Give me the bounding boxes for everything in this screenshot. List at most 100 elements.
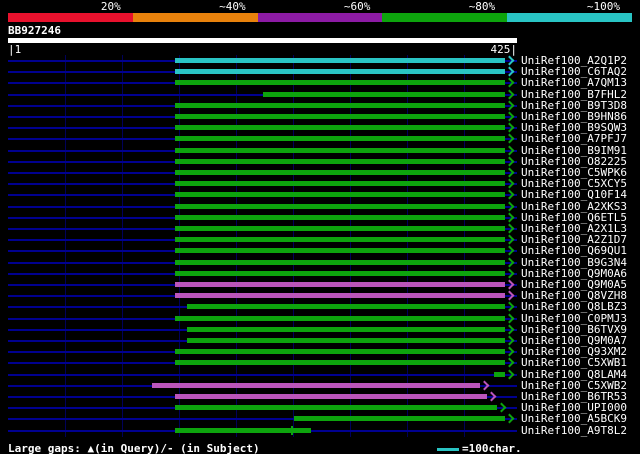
arrowhead-icon (504, 290, 515, 301)
hit-label[interactable]: UniRef100_Q8LBZ3 (521, 301, 627, 312)
key-segment-80 (382, 13, 508, 22)
alignment-bar[interactable] (174, 360, 505, 365)
arrowhead-icon (504, 100, 515, 111)
arrowhead-icon (504, 212, 515, 223)
arrowhead-icon (504, 111, 515, 122)
hit-label[interactable]: UniRef100_A7QM13 (521, 77, 627, 88)
key-label-60: ~60% (343, 0, 371, 13)
alignment-bar[interactable] (152, 383, 480, 388)
arrowhead-icon (504, 245, 515, 256)
identity-key-labels: 20% ~40% ~60% ~80% ~100% (8, 1, 632, 12)
alignment-bar[interactable] (186, 338, 505, 343)
key-label-20: 20% (100, 0, 121, 13)
hit-row: UniRef100_A9T8L2 (0, 425, 640, 436)
scale-line-icon (437, 447, 459, 451)
query-ruler-bar (8, 38, 517, 43)
alignment-bar[interactable] (174, 271, 505, 276)
alignment-bar[interactable] (174, 405, 497, 410)
gap-marker (291, 426, 294, 435)
arrowhead-icon (479, 380, 490, 391)
hit-row: UniRef100_A5BCK9 (0, 413, 640, 424)
alignment-bar[interactable] (174, 349, 505, 354)
alignment-bar[interactable] (262, 92, 505, 97)
key-segment-60 (257, 13, 383, 22)
alignment-bar[interactable] (174, 282, 505, 287)
hit-label[interactable]: UniRef100_A9T8L2 (521, 425, 627, 436)
hit-baseline (8, 374, 517, 376)
alignment-bar[interactable] (174, 192, 505, 197)
hit-row: UniRef100_Q10F14 (0, 189, 640, 200)
scale-legend: =100char. (437, 442, 522, 454)
arrowhead-icon (504, 178, 515, 189)
arrowhead-icon (504, 201, 515, 212)
alignment-bar[interactable] (174, 80, 505, 85)
alignment-bar[interactable] (174, 58, 505, 63)
alignment-bar[interactable] (174, 316, 505, 321)
hit-label[interactable]: UniRef100_Q69QU1 (521, 245, 627, 256)
hit-row: UniRef100_A7PFJ7 (0, 133, 640, 144)
alignment-bar[interactable] (186, 304, 505, 309)
alignment-bar[interactable] (494, 372, 505, 377)
arrowhead-icon (504, 346, 515, 357)
alignment-bar[interactable] (174, 293, 505, 298)
alignment-bar[interactable] (174, 394, 487, 399)
alignment-bar[interactable] (174, 428, 311, 433)
arrowhead-icon (504, 369, 515, 380)
arrowhead-icon (486, 391, 497, 402)
key-segment-100 (507, 13, 632, 22)
hit-row: UniRef100_Q69QU1 (0, 245, 640, 256)
alignment-bar[interactable] (174, 248, 505, 253)
arrowhead-icon (504, 156, 515, 167)
alignment-bar[interactable] (293, 416, 505, 421)
alignment-bar[interactable] (186, 327, 505, 332)
hit-label[interactable]: UniRef100_Q10F14 (521, 189, 627, 200)
alignment-bar[interactable] (174, 136, 505, 141)
key-label-80: ~80% (468, 0, 496, 13)
alignment-bar[interactable] (174, 103, 505, 108)
hit-label[interactable]: UniRef100_A5BCK9 (521, 413, 627, 424)
key-segment-40 (132, 13, 258, 22)
arrowhead-icon (504, 77, 515, 88)
alignment-bar[interactable] (174, 148, 505, 153)
hit-row: UniRef100_C5XWB1 (0, 357, 640, 368)
hit-label[interactable]: UniRef100_A7PFJ7 (521, 133, 627, 144)
hits-plot: UniRef100_A2Q1P2 UniRef100_C6TAQ2 UniRef10… (0, 55, 640, 437)
arrowhead-icon (504, 324, 515, 335)
arrowhead-icon (504, 234, 515, 245)
arrowhead-icon (504, 89, 515, 100)
scale-label: =100char. (462, 442, 522, 454)
hit-row: UniRef100_Q8LBZ3 (0, 301, 640, 312)
arrowhead-icon (504, 313, 515, 324)
arrowhead-icon (504, 167, 515, 178)
alignment-bar[interactable] (174, 204, 505, 209)
alignment-bar[interactable] (174, 114, 505, 119)
arrowhead-icon (504, 279, 515, 290)
alignment-bar[interactable] (174, 215, 505, 220)
arrowhead-icon (504, 66, 515, 77)
arrowhead-icon (504, 413, 515, 424)
key-label-40: ~40% (219, 0, 246, 13)
ruler-end-label: 425| (490, 43, 518, 56)
gaps-legend: Large gaps: ▲(in Query)/- (in Subject) (8, 442, 260, 454)
arrowhead-icon (504, 301, 515, 312)
identity-key-bar (8, 13, 632, 22)
alignment-bar[interactable] (174, 125, 505, 130)
blast-graphic-overview: 20% ~40% ~60% ~80% ~100% BB927246 |1 425… (0, 0, 640, 454)
alignment-bar[interactable] (174, 237, 505, 242)
query-ruler-labels: |1 425| (8, 44, 517, 55)
alignment-bar[interactable] (174, 69, 505, 74)
alignment-bar[interactable] (174, 260, 505, 265)
arrowhead-icon (504, 223, 515, 234)
key-segment-20 (8, 13, 133, 22)
key-label-100: ~100% (586, 0, 620, 13)
alignment-bar[interactable] (174, 226, 505, 231)
arrowhead-icon (504, 357, 515, 368)
hit-row: UniRef100_A7QM13 (0, 77, 640, 88)
arrowhead-icon (504, 133, 515, 144)
alignment-bar[interactable] (174, 170, 505, 175)
arrowhead-icon (504, 257, 515, 268)
alignment-bar[interactable] (174, 181, 505, 186)
arrowhead-icon (504, 122, 515, 133)
alignment-bar[interactable] (174, 159, 505, 164)
hit-label[interactable]: UniRef100_C5XWB1 (521, 357, 627, 368)
